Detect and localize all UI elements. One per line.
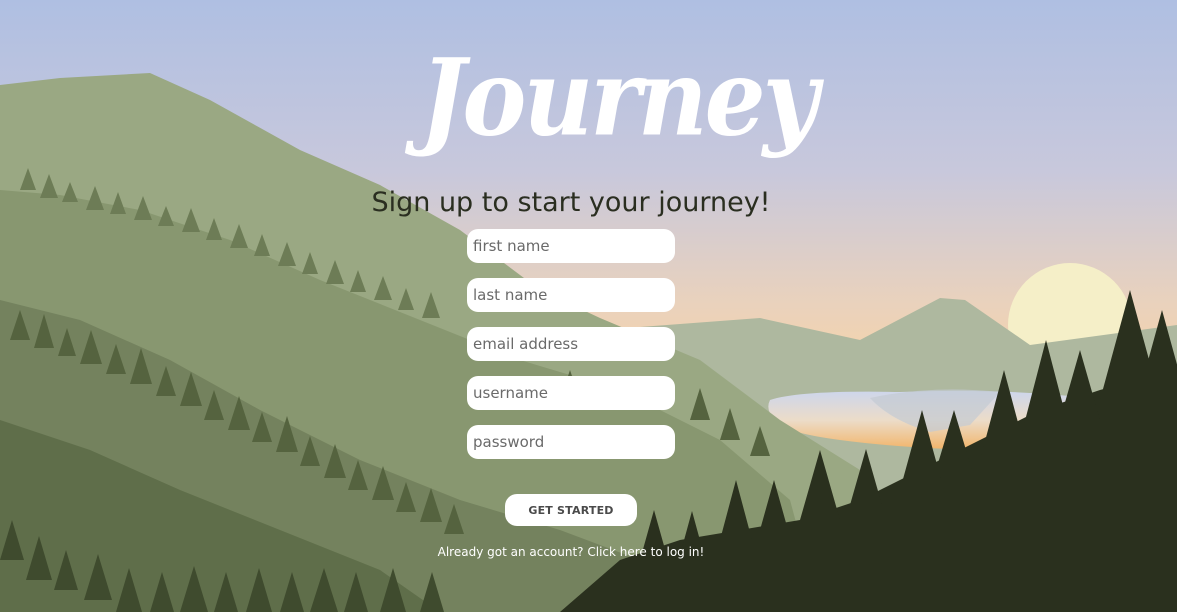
login-link[interactable]: Already got an account? Click here to lo…	[380, 545, 762, 559]
username-input[interactable]	[467, 376, 675, 410]
journey-logo: Journey	[420, 35, 818, 160]
get-started-button[interactable]: GET STARTED	[505, 494, 637, 526]
page-heading: Sign up to start your journey!	[371, 187, 771, 218]
signup-form-container: Journey Sign up to start your journey! G…	[0, 0, 1177, 612]
password-input[interactable]	[467, 425, 675, 459]
email-input[interactable]	[467, 327, 675, 361]
first-name-input[interactable]	[467, 229, 675, 263]
last-name-input[interactable]	[467, 278, 675, 312]
signup-page: Journey Sign up to start your journey! G…	[0, 0, 1177, 612]
